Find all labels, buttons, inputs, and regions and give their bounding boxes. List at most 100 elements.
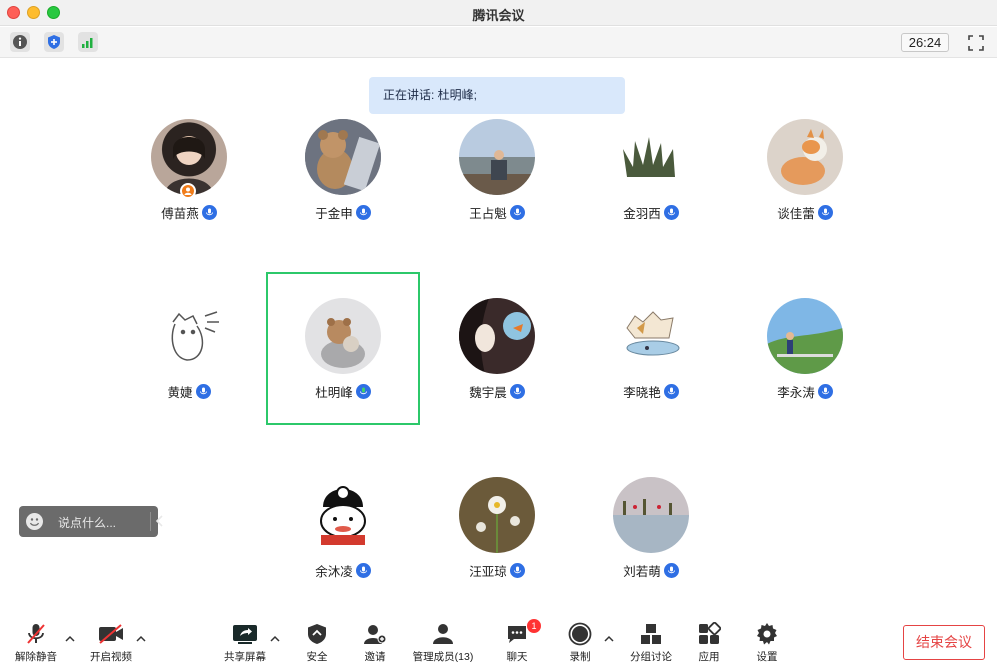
mic-icon xyxy=(509,563,525,578)
share-screen-button[interactable]: 共享屏幕 xyxy=(222,622,268,666)
chat-icon xyxy=(505,622,529,646)
start-video-button[interactable]: 开启视频 xyxy=(88,622,134,666)
signal-icon[interactable] xyxy=(78,32,98,52)
participant-name: 金羽西 xyxy=(623,207,661,221)
chat-label: 聊天 xyxy=(506,651,528,663)
share-screen-label: 共享屏幕 xyxy=(224,651,266,663)
invite-button[interactable]: 邀请 xyxy=(358,622,392,666)
participant-name: 李晓艳 xyxy=(623,386,661,400)
participant-tile[interactable]: 汪亚琼 xyxy=(437,477,557,607)
members-icon xyxy=(431,622,455,646)
settings-button[interactable]: 设置 xyxy=(750,622,784,666)
participant-name: 傅苗燕 xyxy=(161,207,199,221)
chat-button[interactable]: 1 聊天 xyxy=(500,619,541,666)
breakout-rooms-label: 分组讨论 xyxy=(630,651,672,663)
participant-name: 王占魁 xyxy=(469,207,507,221)
apps-button[interactable]: 应用 xyxy=(692,621,726,666)
video-off-icon xyxy=(97,622,125,646)
participant-tile[interactable]: 黄婕 xyxy=(129,298,249,428)
fullscreen-icon[interactable] xyxy=(967,34,985,52)
mic-icon xyxy=(195,384,211,399)
participant-name: 刘若萌 xyxy=(623,565,661,579)
title-bar: 腾讯会议 xyxy=(0,0,997,26)
meeting-toolbar: 解除静音 开启视频 共享屏幕 安全 邀请 管理成员(13) 1 聊天 录制 分组… xyxy=(0,612,997,668)
mic-icon xyxy=(509,205,525,220)
share-screen-icon xyxy=(232,622,258,646)
participant-tile[interactable]: 余沐凌 xyxy=(283,477,403,607)
participant-name: 杜明峰 xyxy=(315,386,353,400)
security-button[interactable]: 安全 xyxy=(300,622,334,666)
participant-name: 汪亚琼 xyxy=(469,565,507,579)
mic-speaking-icon xyxy=(355,384,371,399)
gear-icon xyxy=(755,622,779,646)
chevron-up-icon[interactable] xyxy=(65,630,75,642)
participant-tile[interactable]: 谈佳蕾 xyxy=(745,119,865,249)
participant-name: 谈佳蕾 xyxy=(777,207,815,221)
participant-name: 于金申 xyxy=(315,207,353,221)
record-button[interactable]: 录制 xyxy=(564,622,596,666)
info-icon[interactable] xyxy=(10,32,30,52)
participant-tile[interactable]: 李晓艳 xyxy=(591,298,711,428)
avatar xyxy=(613,477,689,553)
mic-icon xyxy=(663,205,679,220)
chat-input-placeholder[interactable]: 说点什么... xyxy=(58,514,116,531)
chevron-up-icon[interactable] xyxy=(136,630,146,642)
meeting-info-bar: 26:24 xyxy=(0,27,997,58)
mic-icon xyxy=(817,384,833,399)
avatar xyxy=(613,298,689,374)
mic-icon xyxy=(663,384,679,399)
avatar xyxy=(305,119,381,195)
apps-label: 应用 xyxy=(698,651,720,663)
manage-members-label: 管理成员(13) xyxy=(412,651,474,663)
participant-tile[interactable]: 于金申 xyxy=(283,119,403,249)
avatar xyxy=(459,119,535,195)
unmute-button[interactable]: 解除静音 xyxy=(14,622,58,666)
apps-icon xyxy=(697,621,722,646)
host-badge-icon xyxy=(180,183,196,199)
emoji-icon[interactable] xyxy=(26,513,43,530)
security-label: 安全 xyxy=(306,651,328,663)
chevron-up-icon[interactable] xyxy=(270,630,280,642)
unread-badge: 1 xyxy=(527,619,541,633)
avatar xyxy=(305,298,381,374)
end-meeting-button[interactable]: 结束会议 xyxy=(903,625,985,660)
shield-icon[interactable] xyxy=(44,32,64,52)
mic-icon xyxy=(355,563,371,578)
avatar xyxy=(151,298,227,374)
participant-tile[interactable]: 王占魁 xyxy=(437,119,557,249)
participant-tile[interactable]: 魏宇晨 xyxy=(437,298,557,428)
mic-icon xyxy=(663,563,679,578)
start-video-label: 开启视频 xyxy=(90,651,132,663)
window-title: 腾讯会议 xyxy=(472,8,525,23)
meeting-timer: 26:24 xyxy=(901,33,949,52)
mic-icon xyxy=(201,205,217,220)
shield-icon xyxy=(305,622,329,646)
breakout-rooms-button[interactable]: 分组讨论 xyxy=(628,622,674,666)
mic-muted-icon xyxy=(24,622,48,646)
add-user-icon xyxy=(363,622,387,646)
avatar xyxy=(305,477,381,553)
divider xyxy=(150,512,151,531)
record-label: 录制 xyxy=(569,651,591,663)
participant-name: 李永涛 xyxy=(777,386,815,400)
chevron-up-icon[interactable] xyxy=(604,630,614,642)
participant-tile[interactable]: 金羽西 xyxy=(591,119,711,249)
unmute-label: 解除静音 xyxy=(15,651,57,663)
participant-tile[interactable]: 傅苗燕 xyxy=(129,119,249,249)
avatar xyxy=(459,477,535,553)
participant-tile[interactable]: 刘若萌 xyxy=(591,477,711,607)
settings-label: 设置 xyxy=(756,651,778,663)
avatar xyxy=(613,119,689,195)
participant-name: 余沐凌 xyxy=(315,565,353,579)
participant-tile-active[interactable]: 杜明峰 xyxy=(283,298,403,428)
participant-name: 黄婕 xyxy=(167,386,193,400)
collapse-icon[interactable] xyxy=(155,514,165,528)
quick-chat-bar[interactable]: 说点什么... xyxy=(19,506,163,537)
participant-tile[interactable]: 李永涛 xyxy=(745,298,865,428)
invite-label: 邀请 xyxy=(364,651,386,663)
mic-icon xyxy=(509,384,525,399)
record-icon xyxy=(568,622,592,646)
active-speaker-banner: 正在讲话: 杜明峰; xyxy=(369,77,625,114)
manage-members-button[interactable]: 管理成员(13) xyxy=(410,622,476,666)
avatar xyxy=(767,298,843,374)
